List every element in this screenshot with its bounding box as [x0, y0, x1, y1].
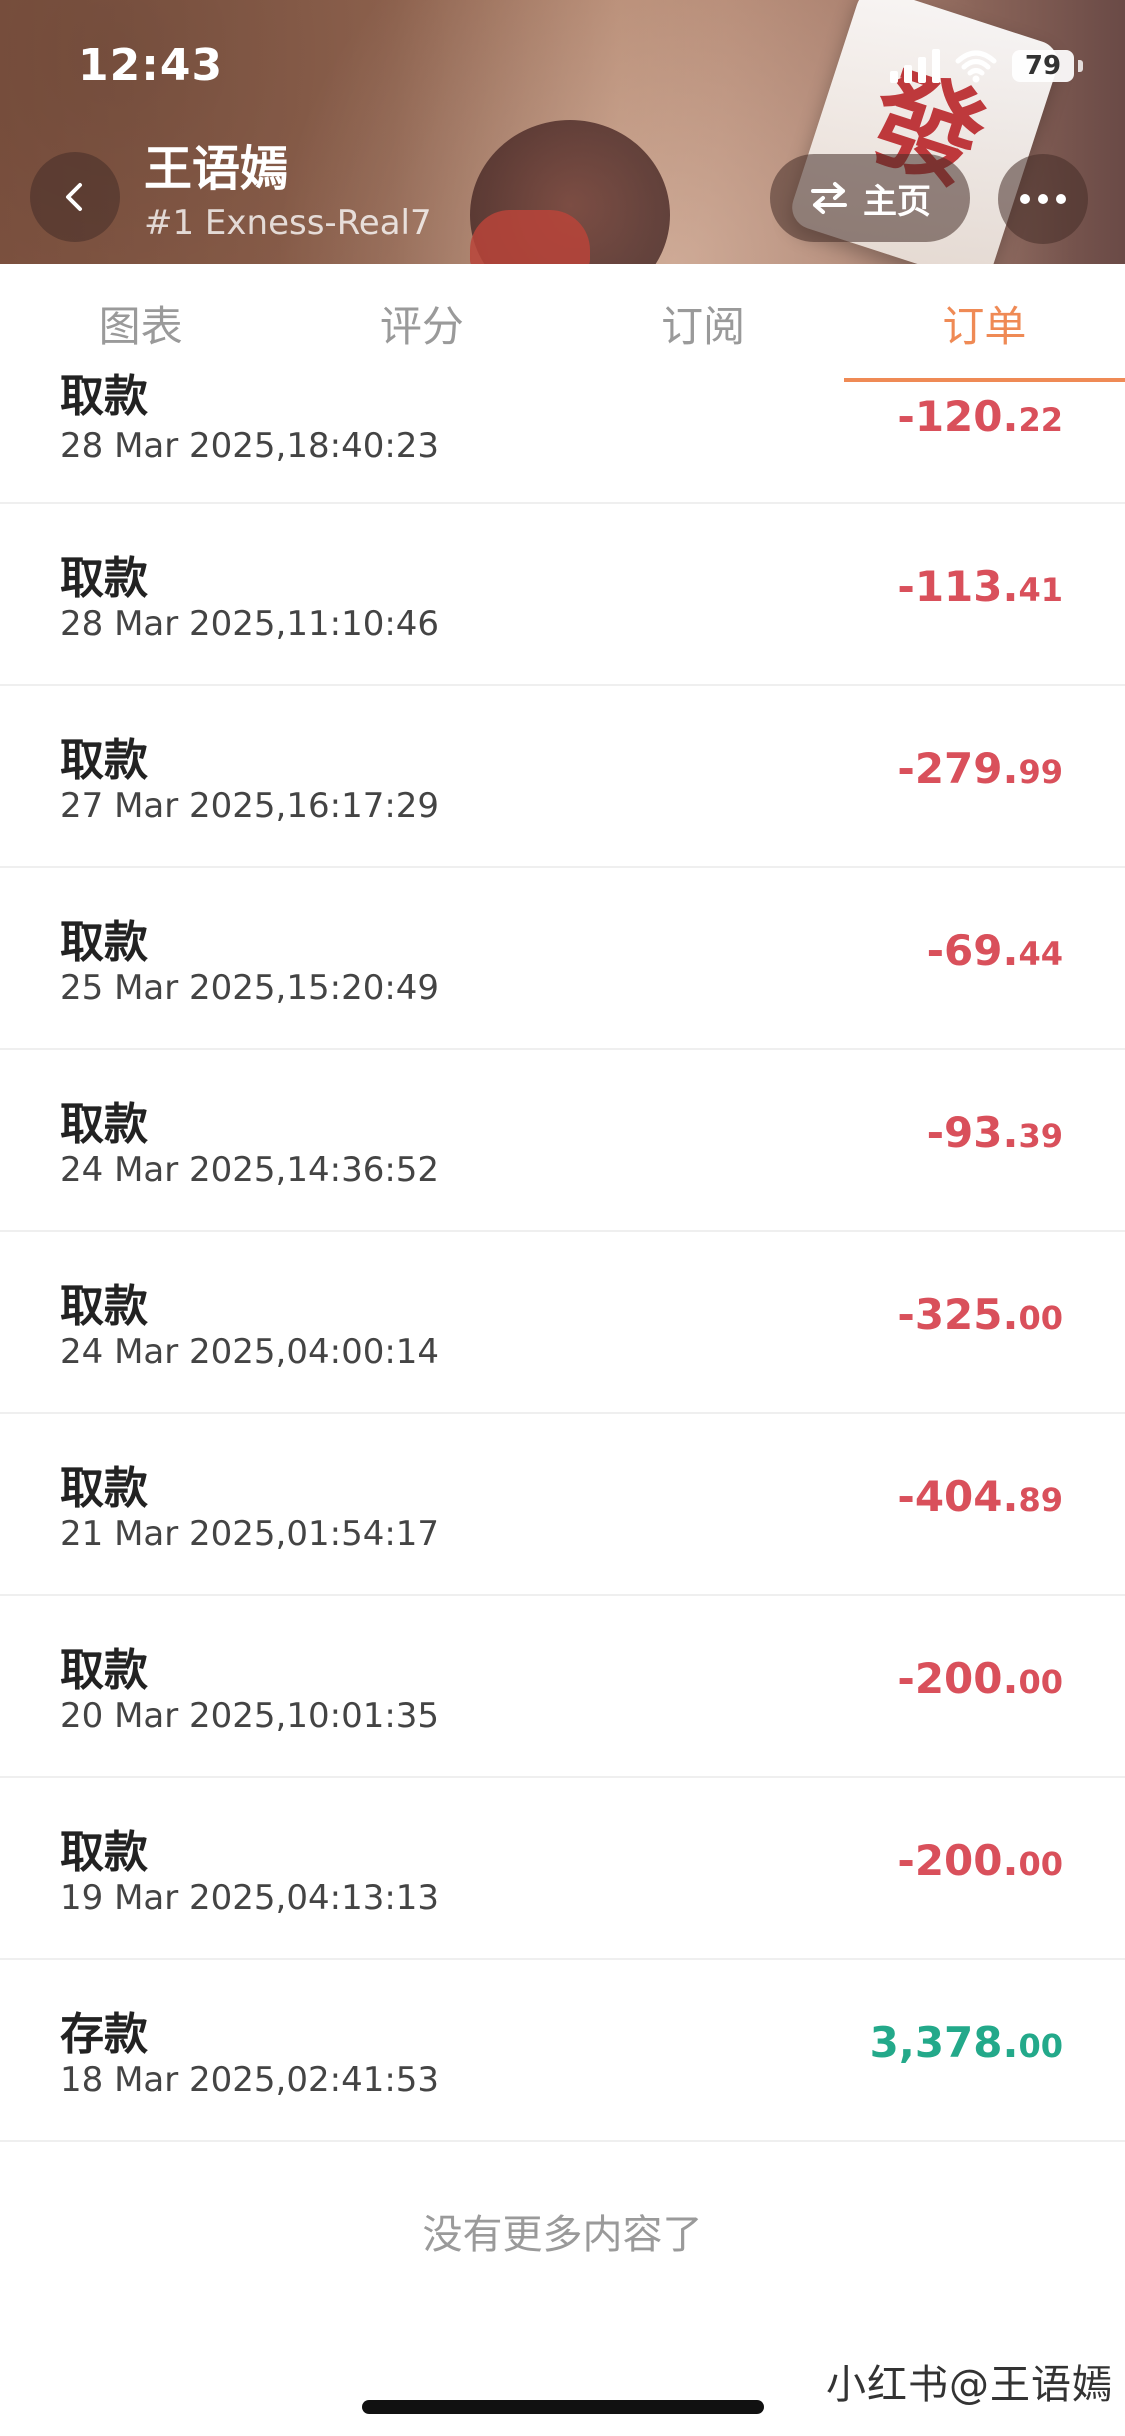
status-time: 12:43: [78, 40, 224, 91]
profile-name: 王语嫣: [144, 141, 289, 197]
amount-main: -113.: [897, 562, 1019, 611]
list-item[interactable]: 取款 20 Mar 2025,10:01:35 -200.00: [0, 1596, 1125, 1778]
amount-decimals: 39: [1018, 1117, 1063, 1155]
amount-decimals: 00: [1018, 1299, 1063, 1337]
status-icons: 79: [890, 46, 1083, 86]
tab-rating[interactable]: 评分: [281, 264, 562, 382]
amount-decimals: 41: [1018, 571, 1063, 609]
amount-main: -69.: [926, 926, 1019, 975]
list-item[interactable]: 取款 28 Mar 2025,18:40:23 -120.22: [0, 371, 1125, 504]
amount-decimals: 00: [1018, 2027, 1063, 2065]
transaction-type: 取款: [60, 553, 148, 604]
amount-main: -325.: [897, 1290, 1019, 1339]
transaction-amount: 3,378.00: [870, 2018, 1063, 2067]
transaction-type: 取款: [60, 735, 148, 786]
transaction-type: 取款: [60, 371, 148, 422]
list-item[interactable]: 存款 18 Mar 2025,02:41:53 3,378.00: [0, 1960, 1125, 2142]
end-of-list-text: 没有更多内容了: [422, 2212, 703, 2258]
amount-decimals: 22: [1018, 401, 1063, 439]
transaction-datetime: 21 Mar 2025,01:54:17: [60, 1514, 440, 1554]
transaction-type: 取款: [60, 1645, 148, 1696]
more-dot-icon: [1056, 194, 1066, 204]
transaction-amount: -93.39: [927, 1108, 1063, 1157]
battery-cap: [1078, 60, 1083, 72]
transaction-list: 取款 28 Mar 2025,18:40:23 -120.22 取款 28 Ma…: [0, 371, 1125, 2142]
transaction-type: 存款: [60, 2009, 148, 2060]
transaction-amount: -200.00: [897, 1836, 1063, 1885]
transaction-amount: -113.41: [897, 562, 1063, 611]
transaction-datetime: 28 Mar 2025,11:10:46: [60, 604, 440, 644]
transaction-amount: -120.22: [897, 392, 1063, 441]
amount-main: -120.: [897, 392, 1019, 441]
list-item[interactable]: 取款 24 Mar 2025,04:00:14 -325.00: [0, 1232, 1125, 1414]
watermark: 小红书@王语嫣: [826, 2362, 1113, 2408]
amount-decimals: 89: [1018, 1481, 1063, 1519]
transaction-datetime: 25 Mar 2025,15:20:49: [60, 968, 440, 1008]
wifi-icon: [954, 49, 998, 83]
amount-main: -404.: [897, 1472, 1019, 1521]
transaction-type: 取款: [60, 917, 148, 968]
list-item[interactable]: 取款 24 Mar 2025,14:36:52 -93.39: [0, 1050, 1125, 1232]
more-options-button[interactable]: [998, 154, 1088, 244]
transaction-datetime: 24 Mar 2025,04:00:14: [60, 1332, 440, 1372]
home-switch-button[interactable]: 主页: [770, 154, 970, 242]
list-item[interactable]: 取款 19 Mar 2025,04:13:13 -200.00: [0, 1778, 1125, 1960]
amount-decimals: 44: [1018, 935, 1063, 973]
transaction-type: 取款: [60, 1827, 148, 1878]
transaction-type: 取款: [60, 1463, 148, 1514]
amount-main: -279.: [897, 744, 1019, 793]
amount-main: 3,378.: [869, 2018, 1019, 2067]
list-item[interactable]: 取款 25 Mar 2025,15:20:49 -69.44: [0, 868, 1125, 1050]
account-label: #1 Exness-Real7: [144, 203, 432, 243]
amount-main: -93.: [926, 1108, 1019, 1157]
amount-decimals: 99: [1018, 753, 1063, 791]
transaction-datetime: 18 Mar 2025,02:41:53: [60, 2060, 440, 2100]
more-dot-icon: [1020, 194, 1030, 204]
cellular-signal-icon: [890, 49, 940, 83]
list-item[interactable]: 取款 28 Mar 2025,11:10:46 -113.41: [0, 504, 1125, 686]
home-button-label: 主页: [863, 181, 931, 222]
transaction-amount: -69.44: [927, 926, 1063, 975]
list-item[interactable]: 取款 21 Mar 2025,01:54:17 -404.89: [0, 1414, 1125, 1596]
transaction-type: 取款: [60, 1281, 148, 1332]
back-button[interactable]: [30, 152, 120, 242]
chevron-left-icon: [66, 183, 82, 211]
app-screen: 發 12:43 79 王语嫣 #1 Exness-Real7 主页 图表 评分 …: [0, 0, 1125, 2436]
list-item[interactable]: 取款 27 Mar 2025,16:17:29 -279.99: [0, 686, 1125, 868]
transaction-datetime: 28 Mar 2025,18:40:23: [60, 426, 440, 466]
transaction-datetime: 27 Mar 2025,16:17:29: [60, 786, 440, 826]
transaction-amount: -404.89: [897, 1472, 1063, 1521]
profile-title-block: 王语嫣 #1 Exness-Real7: [144, 140, 432, 246]
home-indicator[interactable]: [362, 2400, 764, 2414]
tab-subscribe[interactable]: 订阅: [563, 264, 844, 382]
transaction-amount: -200.00: [897, 1654, 1063, 1703]
amount-main: -200.: [897, 1654, 1019, 1703]
header-banner: 發 12:43 79 王语嫣 #1 Exness-Real7 主页: [0, 0, 1125, 264]
tab-orders[interactable]: 订单: [843, 264, 1125, 384]
transaction-datetime: 19 Mar 2025,04:13:13: [60, 1878, 440, 1918]
amount-decimals: 00: [1018, 1845, 1063, 1883]
swap-arrows-icon: [811, 182, 847, 214]
banner-illustration-bow: [470, 210, 590, 264]
amount-decimals: 00: [1018, 1663, 1063, 1701]
battery-icon: 79: [1012, 50, 1074, 82]
transaction-datetime: 20 Mar 2025,10:01:35: [60, 1696, 440, 1736]
amount-main: -200.: [897, 1836, 1019, 1885]
tab-bar: 图表 评分 订阅 订单: [0, 264, 1125, 384]
more-dot-icon: [1038, 194, 1048, 204]
transaction-amount: -325.00: [897, 1290, 1063, 1339]
transaction-datetime: 24 Mar 2025,14:36:52: [60, 1150, 440, 1190]
transaction-type: 取款: [60, 1099, 148, 1150]
transaction-amount: -279.99: [897, 744, 1063, 793]
